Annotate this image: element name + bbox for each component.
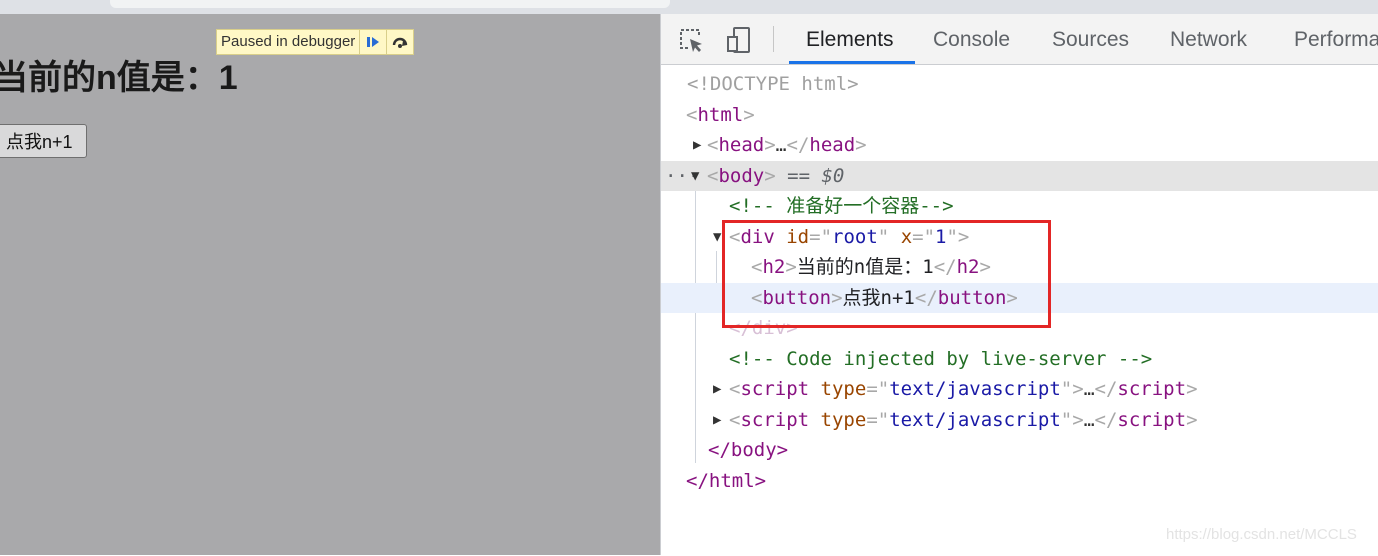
html-open-tag: <html> — [686, 104, 755, 126]
body-close-tag: </body> — [708, 439, 789, 461]
body-open-tag: <body> == $0 — [707, 165, 845, 187]
dom-node-body-close[interactable]: </body> — [661, 435, 1378, 465]
comment-text: <!-- 准备好一个容器--> — [729, 195, 954, 217]
dom-node-comment[interactable]: <!-- 准备好一个容器--> — [661, 191, 1378, 221]
comment-text: <!-- Code injected by live-server --> — [729, 348, 1153, 370]
tab-console[interactable]: Console — [933, 14, 1010, 64]
collapse-triangle-icon[interactable]: ▼ — [691, 161, 699, 191]
dom-tree: <!DOCTYPE html> <html> ▶ <head>…</head> … — [661, 65, 1378, 555]
dom-node-doctype[interactable]: <!DOCTYPE html> — [661, 69, 1378, 99]
tab-network[interactable]: Network — [1170, 14, 1247, 64]
devtools-panel: Elements Console Sources Network Perform… — [660, 14, 1378, 555]
page-heading: 当前的n值是：1 — [0, 59, 238, 97]
script-tag: <script type="text/javascript">…</script… — [729, 409, 1198, 431]
dom-node-body-selected[interactable]: ··· ▼ <body> == $0 — [661, 161, 1378, 191]
tab-elements[interactable]: Elements — [806, 14, 894, 64]
expand-triangle-icon[interactable]: ▶ — [693, 130, 701, 160]
tab-sources[interactable]: Sources — [1052, 14, 1129, 64]
collapse-triangle-icon[interactable]: ▼ — [713, 222, 721, 252]
paused-banner-text: Paused in debugger — [217, 30, 361, 54]
expand-triangle-icon[interactable]: ▶ — [713, 374, 721, 404]
script-tag: <script type="text/javascript">…</script… — [729, 378, 1198, 400]
dom-node-html[interactable]: <html> — [661, 100, 1378, 130]
dom-node-head[interactable]: ▶ <head>…</head> — [661, 130, 1378, 160]
tab-performance[interactable]: Performa — [1294, 14, 1378, 64]
dom-node-script[interactable]: ▶ <script type="text/javascript">…</scri… — [661, 405, 1378, 435]
toolbar-separator — [773, 26, 774, 52]
step-over-icon[interactable] — [387, 30, 413, 54]
browser-address-strip — [0, 0, 1378, 14]
dom-node-script[interactable]: ▶ <script type="text/javascript">…</scri… — [661, 374, 1378, 404]
watermark: https://blog.csdn.net/MCCLS — [1166, 526, 1357, 543]
head-tag: <head>…</head> — [707, 134, 867, 156]
paused-in-debugger-banner: Paused in debugger — [216, 29, 415, 55]
address-bar[interactable] — [110, 0, 670, 8]
dom-node-comment[interactable]: <!-- Code injected by live-server --> — [661, 344, 1378, 374]
active-tab-underline — [789, 61, 915, 64]
increment-button[interactable]: 点我n+1 — [0, 124, 87, 158]
page-viewport: 当前的n值是：1 点我n+1 Paused in debugger — [0, 14, 660, 555]
devtools-toolbar: Elements Console Sources Network Perform… — [661, 14, 1378, 65]
expand-triangle-icon[interactable]: ▶ — [713, 405, 721, 435]
dom-node-html-close[interactable]: </html> — [661, 466, 1378, 496]
resume-icon[interactable] — [360, 30, 388, 54]
highlight-annotation-box — [722, 220, 1051, 328]
doctype-text: <!DOCTYPE html> — [687, 73, 859, 95]
inspect-element-icon[interactable] — [677, 26, 705, 54]
device-toolbar-icon[interactable] — [725, 26, 753, 54]
html-close-tag: </html> — [686, 470, 767, 492]
